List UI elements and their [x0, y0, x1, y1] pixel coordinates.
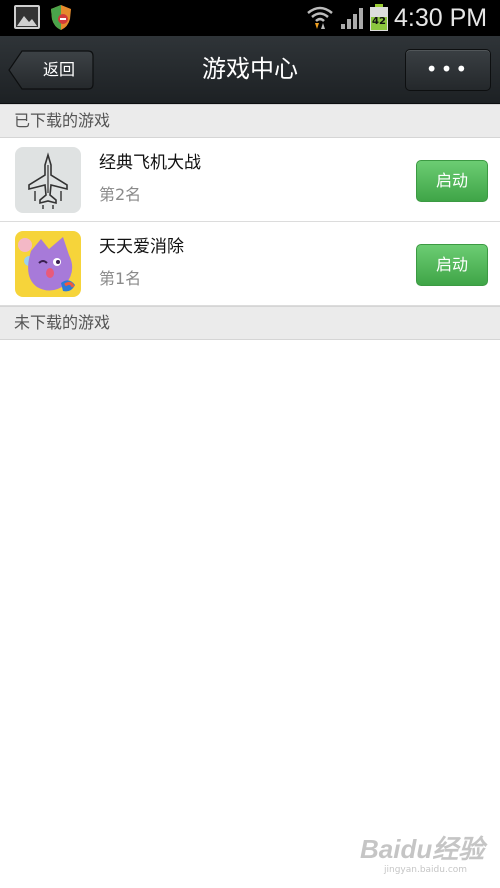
header-bar: 返回 游戏中心 •••	[0, 36, 500, 104]
game-name: 天天爱消除	[99, 237, 184, 257]
section-header-downloaded: 已下载的游戏	[0, 104, 500, 138]
page-title: 游戏中心	[202, 55, 298, 83]
watermark-url: jingyan.baidu.com	[384, 865, 468, 875]
watermark-brand: Baidu经验	[360, 834, 485, 864]
game-rank: 第2名	[99, 185, 142, 204]
cat-game-icon	[15, 231, 81, 297]
back-label: 返回	[42, 60, 75, 79]
launch-button[interactable]: 启动	[416, 244, 488, 286]
battery-level: 42	[372, 16, 386, 27]
section-label: 未下载的游戏	[14, 313, 111, 332]
watermark: Baidu经验 jingyan.baidu.com	[360, 834, 490, 878]
list-item[interactable]: 天天爱消除 第1名 启动	[0, 222, 500, 306]
list-item[interactable]: 经典飞机大战 第2名 启动	[0, 138, 500, 222]
battery-icon: 42	[369, 4, 389, 32]
signal-icon	[340, 6, 366, 30]
status-time: 4:30 PM	[394, 4, 488, 32]
wifi-icon	[306, 4, 334, 30]
airplane-game-icon	[15, 147, 81, 213]
back-button[interactable]: 返回	[8, 50, 94, 90]
game-name: 经典飞机大战	[99, 153, 201, 173]
shield-icon	[50, 4, 72, 31]
game-rank: 第1名	[99, 269, 142, 288]
status-bar: 42 4:30 PM	[0, 0, 500, 36]
gallery-icon	[14, 5, 40, 29]
section-label: 已下载的游戏	[14, 111, 111, 130]
section-header-not-downloaded: 未下载的游戏	[0, 306, 500, 340]
more-icon: •••	[425, 57, 471, 81]
launch-button[interactable]: 启动	[416, 160, 488, 202]
more-button[interactable]: •••	[405, 49, 491, 91]
